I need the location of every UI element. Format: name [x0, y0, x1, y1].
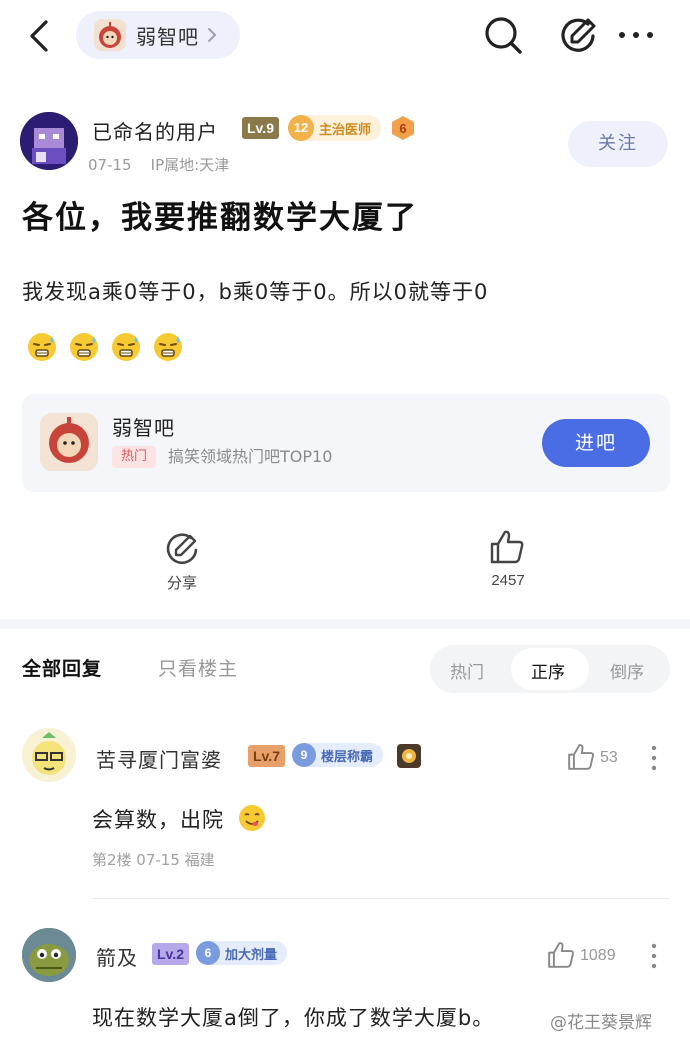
post-meta: 07-15 IP属地:天津	[88, 154, 229, 175]
forum-card-name: 弱智吧	[112, 416, 175, 440]
reply-like-button[interactable]	[566, 742, 596, 772]
post-date: 07-15	[88, 156, 132, 174]
more-vertical-icon	[651, 943, 657, 969]
emoji-row	[26, 331, 184, 363]
level-badge: Lv.9	[242, 117, 279, 139]
hexagon-badge: 6	[390, 115, 416, 141]
share-label: 分享	[166, 574, 197, 592]
medal-icon	[396, 743, 422, 769]
title-badge: 12 主治医师	[288, 115, 382, 141]
sort-hot[interactable]: 热门	[450, 658, 484, 683]
back-button[interactable]	[22, 16, 58, 56]
reply-like-button[interactable]	[546, 940, 576, 970]
honor-text: 楼层称霸	[321, 749, 374, 765]
forum-name: 弱智吧	[136, 24, 199, 49]
thumbs-up-icon	[490, 530, 524, 564]
sweat-emoji-icon	[70, 333, 98, 361]
post-location: IP属地:天津	[150, 156, 230, 174]
search-button[interactable]	[482, 14, 524, 56]
honor-level: 9	[292, 743, 316, 767]
watermark: @花王葵景辉	[550, 1013, 652, 1033]
forum-card-description: 搞笑领域热门吧TOP10	[168, 447, 333, 466]
reply-author-name[interactable]: 苦寻厦门富婆	[96, 744, 222, 773]
reply-like-count: 1089	[580, 947, 616, 964]
share-button[interactable]	[164, 530, 200, 566]
chevron-left-icon	[30, 20, 48, 52]
like-count: 2457	[491, 572, 525, 589]
forum-avatar	[94, 19, 126, 51]
sweat-emoji-icon	[154, 333, 182, 361]
yum-emoji-icon	[238, 805, 265, 831]
title-text: 主治医师	[319, 122, 372, 138]
tab-all-replies[interactable]: 全部回复	[22, 654, 102, 681]
honor-badge: 6 加大剂量	[196, 941, 288, 965]
reply-level-badge: Lv.7	[248, 745, 285, 767]
reply-level-badge: Lv.2	[152, 943, 189, 965]
reply-separator	[92, 898, 670, 899]
follow-button[interactable]: 关注	[568, 121, 668, 167]
hot-tag: 热门	[112, 446, 156, 468]
reply-avatar[interactable]	[22, 728, 76, 782]
post-body: 我发现a乘0等于0，b乘0等于0。所以0就等于0	[22, 280, 489, 304]
search-icon	[485, 17, 522, 54]
sort-descending[interactable]: 倒序	[610, 658, 644, 683]
more-icon	[619, 32, 653, 38]
honor-badge: 9 楼层称霸	[292, 743, 384, 767]
compose-button[interactable]	[558, 14, 598, 56]
thumbs-up-icon	[568, 744, 594, 770]
honor-level: 6	[196, 941, 220, 965]
sweat-emoji-icon	[28, 333, 56, 361]
author-avatar[interactable]	[20, 112, 78, 170]
section-divider	[0, 619, 690, 629]
reply-text: 会算数，出院	[92, 804, 266, 834]
title-level: 12	[288, 115, 314, 141]
post-title: 各位，我要推翻数学大厦了	[22, 200, 418, 236]
reply-text-content: 会算数，出院	[92, 808, 224, 832]
sort-ascending[interactable]: 正序	[531, 658, 565, 683]
like-button[interactable]	[488, 528, 526, 566]
reply-author-name[interactable]: 箭及	[96, 942, 138, 971]
tab-op-only[interactable]: 只看楼主	[158, 654, 238, 681]
share-icon	[166, 533, 198, 565]
forum-pill[interactable]: 弱智吧	[76, 11, 240, 59]
reply-meta: 第2楼 07-15 福建	[92, 851, 215, 869]
thumbs-up-icon	[548, 942, 574, 968]
chevron-right-icon	[208, 28, 217, 42]
reply-more-button[interactable]	[646, 744, 662, 772]
hex-badge-num: 6	[399, 121, 406, 136]
sweat-emoji-icon	[112, 333, 140, 361]
enter-forum-button[interactable]: 进吧	[542, 419, 650, 467]
reply-text: 现在数学大厦a倒了，你成了数学大厦b。	[92, 1006, 495, 1030]
reply-like-count: 53	[600, 749, 618, 766]
reply-avatar[interactable]	[22, 928, 76, 982]
more-button[interactable]	[616, 22, 656, 48]
reply-more-button[interactable]	[646, 942, 662, 970]
more-vertical-icon	[651, 745, 657, 771]
forum-card-avatar	[40, 413, 98, 471]
honor-text: 加大剂量	[225, 947, 278, 963]
author-name[interactable]: 已命名的用户	[92, 116, 218, 145]
edit-icon	[561, 18, 596, 52]
